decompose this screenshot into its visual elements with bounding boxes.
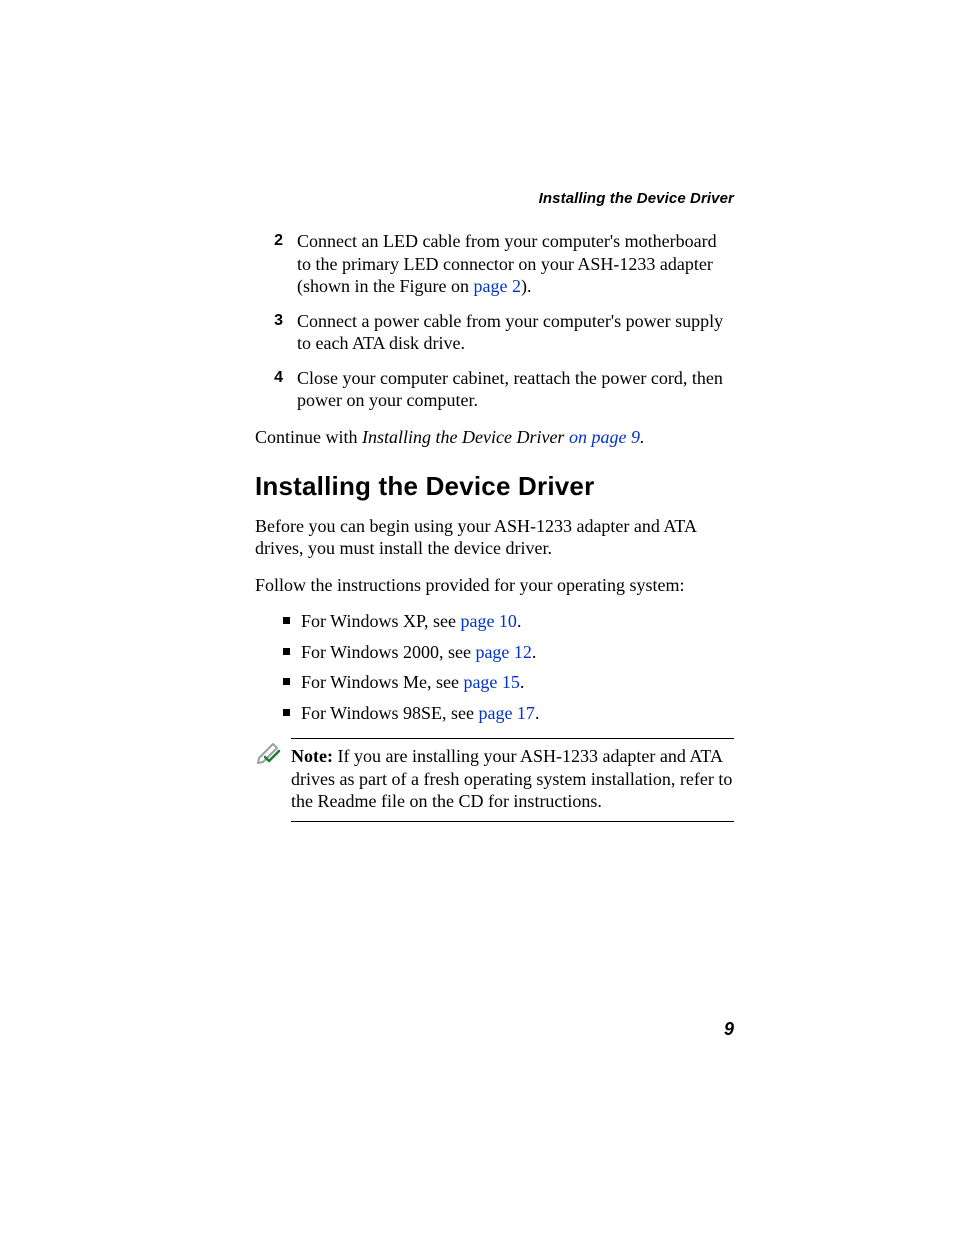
- page-link[interactable]: page 2: [473, 276, 520, 296]
- numbered-steps: 2 Connect an LED cable from your compute…: [255, 230, 734, 412]
- bullet-post: .: [535, 703, 540, 723]
- note-body: Note: If you are installing your ASH-123…: [291, 738, 734, 822]
- note-label: Note:: [291, 746, 333, 766]
- page-link[interactable]: page 10: [460, 611, 516, 631]
- bullet-post: .: [517, 611, 522, 631]
- step-text: Connect an LED cable from your computer'…: [297, 230, 734, 298]
- continue-pre: Continue with: [255, 427, 362, 447]
- running-header: Installing the Device Driver: [539, 190, 734, 207]
- bullet-post: .: [532, 642, 537, 662]
- os-bullet-list: For Windows XP, see page 10. For Windows…: [255, 610, 734, 724]
- list-item: For Windows XP, see page 10.: [283, 610, 734, 633]
- step-text-pre: Connect a power cable from your computer…: [297, 311, 723, 354]
- follow-paragraph: Follow the instructions provided for you…: [255, 574, 734, 597]
- pencil-check-icon: [255, 738, 291, 774]
- page-link[interactable]: page 12: [475, 642, 531, 662]
- page-container: Installing the Device Driver 2 Connect a…: [0, 0, 954, 1235]
- bullet-pre: For Windows 2000, see: [301, 642, 475, 662]
- page-content: 2 Connect an LED cable from your compute…: [255, 230, 734, 822]
- list-item: For Windows 2000, see page 12.: [283, 641, 734, 664]
- step-item: 3 Connect a power cable from your comput…: [255, 310, 734, 355]
- step-text: Close your computer cabinet, reattach th…: [297, 367, 734, 412]
- step-item: 4 Close your computer cabinet, reattach …: [255, 367, 734, 412]
- bullet-pre: For Windows 98SE, see: [301, 703, 478, 723]
- step-item: 2 Connect an LED cable from your compute…: [255, 230, 734, 298]
- step-text-post: ).: [521, 276, 532, 296]
- bullet-pre: For Windows Me, see: [301, 672, 463, 692]
- page-number: 9: [724, 1019, 734, 1040]
- page-link[interactable]: page 17: [478, 703, 534, 723]
- bullet-pre: For Windows XP, see: [301, 611, 460, 631]
- list-item: For Windows Me, see page 15.: [283, 671, 734, 694]
- step-number: 4: [255, 367, 297, 412]
- step-number: 2: [255, 230, 297, 298]
- continue-italic-lead: Installing the Device Driver: [362, 427, 569, 447]
- step-number: 3: [255, 310, 297, 355]
- intro-paragraph: Before you can begin using your ASH-1233…: [255, 515, 734, 560]
- note-text: If you are installing your ASH-1233 adap…: [291, 746, 732, 811]
- page-link[interactable]: page 15: [463, 672, 519, 692]
- continue-paragraph: Continue with Installing the Device Driv…: [255, 426, 734, 449]
- continue-italic: Installing the Device Driver on page 9.: [362, 427, 644, 447]
- section-heading: Installing the Device Driver: [255, 470, 734, 503]
- continue-post: .: [640, 427, 645, 447]
- list-item: For Windows 98SE, see page 17.: [283, 702, 734, 725]
- step-text: Connect a power cable from your computer…: [297, 310, 734, 355]
- page-link[interactable]: on page 9: [569, 427, 640, 447]
- step-text-pre: Close your computer cabinet, reattach th…: [297, 368, 723, 411]
- note-block: Note: If you are installing your ASH-123…: [255, 738, 734, 822]
- bullet-post: .: [520, 672, 525, 692]
